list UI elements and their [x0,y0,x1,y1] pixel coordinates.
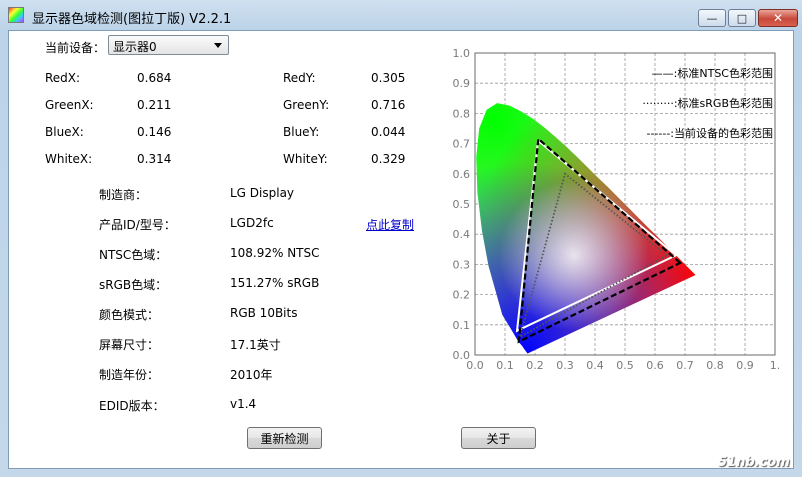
srgb-value: 151.27% sRGB [230,276,320,290]
red-y-value: 0.305 [371,71,406,85]
y-tick-label: 0.7 [453,138,471,151]
y-tick-label: 0.4 [453,228,471,241]
green-x-label: GreenX: [45,98,94,112]
color-mode-value: RGB 10Bits [230,306,298,320]
y-tick-label: 0.2 [453,289,471,302]
y-tick-label: 0.6 [453,168,471,181]
x-tick-label: 0.4 [586,359,604,372]
app-icon [8,7,24,23]
chart-legend: ——:标准NTSC色彩范围 ·········:标准sRGB色彩范围 ------:… [642,66,773,140]
x-tick-label: 0.1 [496,359,514,372]
blue-x-label: BlueX: [45,125,84,139]
x-tick-label: 0.9 [736,359,754,372]
screen-size-value: 17.1英寸 [230,338,281,352]
minimize-button[interactable]: — [698,9,726,27]
device-dropdown-value: 显示器0 [113,40,157,54]
close-window-button[interactable]: ✕ [758,9,798,27]
y-tick-label: 0.5 [453,198,471,211]
y-tick-label: 0.8 [453,107,471,120]
blue-x-value: 0.146 [137,125,172,139]
green-x-value: 0.211 [137,98,172,112]
manufacturer-label: 制造商： [99,188,148,202]
year-value: 2010年 [230,368,273,382]
edid-label: EDID版本： [99,399,165,413]
white-x-label: WhiteX: [45,152,93,166]
ntsc-value: 108.92% NTSC [230,246,320,260]
manufacturer-value: LG Display [230,186,295,200]
x-tick-label: 0.7 [676,359,694,372]
product-value: LGD2fc [230,216,274,230]
maximize-button[interactable]: □ [728,9,756,27]
cie-chromaticity-chart: 0.0 0.1 0.2 0.3 0.4 0.5 0.6 0.7 0.8 0.9 1.0.00.10.… [453,47,781,372]
chevron-down-icon[interactable] [214,43,222,48]
device-label: 当前设备： [45,41,106,55]
srgb-label: sRGB色域： [99,278,168,292]
redetect-button[interactable]: 重新检测 [247,427,322,449]
green-y-label: GreenY: [283,98,330,112]
red-x-label: RedX: [45,71,81,85]
red-x-value: 0.684 [137,71,172,85]
about-button[interactable]: 关于 [461,427,536,449]
y-tick-label: 0.0 [453,349,471,362]
white-y-label: WhiteY: [283,152,328,166]
red-y-label: RedY: [283,71,316,85]
legend-entry-dotted: ·········:标准sRGB色彩范围 [642,96,773,110]
y-tick-label: 0.9 [453,77,471,90]
x-tick-label: 0.8 [706,359,724,372]
green-y-value: 0.716 [371,98,406,112]
y-tick-label: 0.3 [453,258,471,271]
copy-link[interactable]: 点此复制 [366,216,414,233]
legend-entry-dashed: ------:当前设备的色彩范围 [646,126,773,140]
blue-y-value: 0.044 [371,125,406,139]
app-window: 显示器色域检测(图拉丁版) V2.2.1 — □ ✕ 当前设备： 显示器0 Re… [0,0,802,477]
y-tick-label: 0.1 [453,319,471,332]
x-tick-label: 0.3 [556,359,574,372]
legend-entry-solid: ——:标准NTSC色彩范围 [652,66,773,80]
x-tick-label: 0.2 [526,359,544,372]
blue-y-label: BlueY: [283,125,320,139]
color-mode-label: 颜色模式： [99,308,160,322]
x-tick-label: 0.6 [646,359,664,372]
white-y-value: 0.329 [371,152,406,166]
title-bar[interactable]: 显示器色域检测(图拉丁版) V2.2.1 — □ ✕ [0,0,802,30]
window-title: 显示器色域检测(图拉丁版) V2.2.1 [32,12,232,27]
device-dropdown[interactable]: 显示器0 [108,35,229,55]
edid-value: v1.4 [230,397,257,411]
product-label: 产品ID/型号： [99,218,176,232]
ntsc-label: NTSC色域： [99,248,168,262]
x-tick-label: 1. [770,359,781,372]
year-label: 制造年份： [99,368,160,382]
x-tick-label: 0.5 [616,359,634,372]
white-x-value: 0.314 [137,152,172,166]
watermark: 51nb.com [718,455,790,470]
y-tick-label: 1.0 [453,47,471,60]
screen-size-label: 屏幕尺寸： [99,338,160,352]
